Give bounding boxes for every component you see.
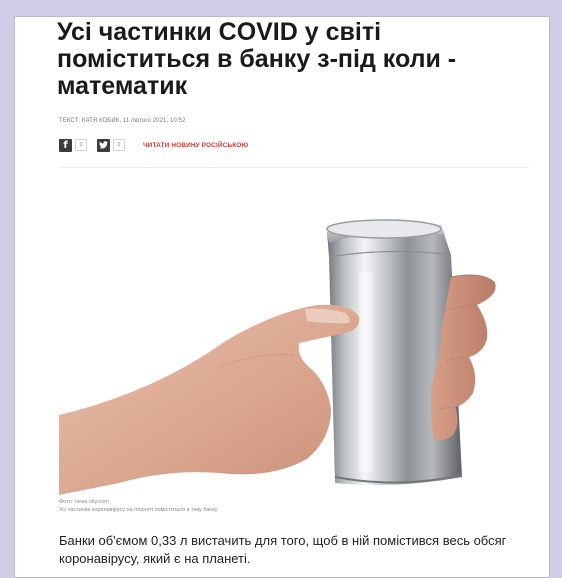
photo-caption-block: Фото: news.sky.com Усі частинки коронаві… — [59, 498, 529, 514]
twitter-share-count: 0 — [113, 139, 125, 151]
article-byline: ТЕКСТ: КАТЯ КОБИК, 11 лютого 2021, 10:52 — [59, 118, 186, 124]
facebook-icon[interactable]: f — [59, 138, 72, 152]
twitter-bird-glyph — [99, 141, 108, 149]
article-page: Усі частинки COVID у світі поміститься в… — [14, 16, 550, 578]
header-divider — [59, 167, 529, 168]
article-photo — [59, 177, 529, 495]
read-in-russian-link[interactable]: ЧИТАТИ НОВИНУ РОСІЙСЬКОЮ — [143, 142, 248, 149]
photo-credit: Фото: news.sky.com — [59, 499, 109, 505]
article-title: Усі частинки COVID у світі поміститься в… — [57, 18, 457, 100]
share-row: f 0 0 ЧИТАТИ НОВИНУ РОСІЙСЬКОЮ — [59, 138, 248, 152]
facebook-share-count: 0 — [75, 139, 87, 151]
twitter-icon[interactable] — [97, 138, 110, 152]
photo-caption: Усі частинки коронавірусу на планеті пом… — [59, 507, 218, 513]
article-lead-paragraph: Банки об'ємом 0,33 л вистачить для того,… — [59, 533, 507, 566]
